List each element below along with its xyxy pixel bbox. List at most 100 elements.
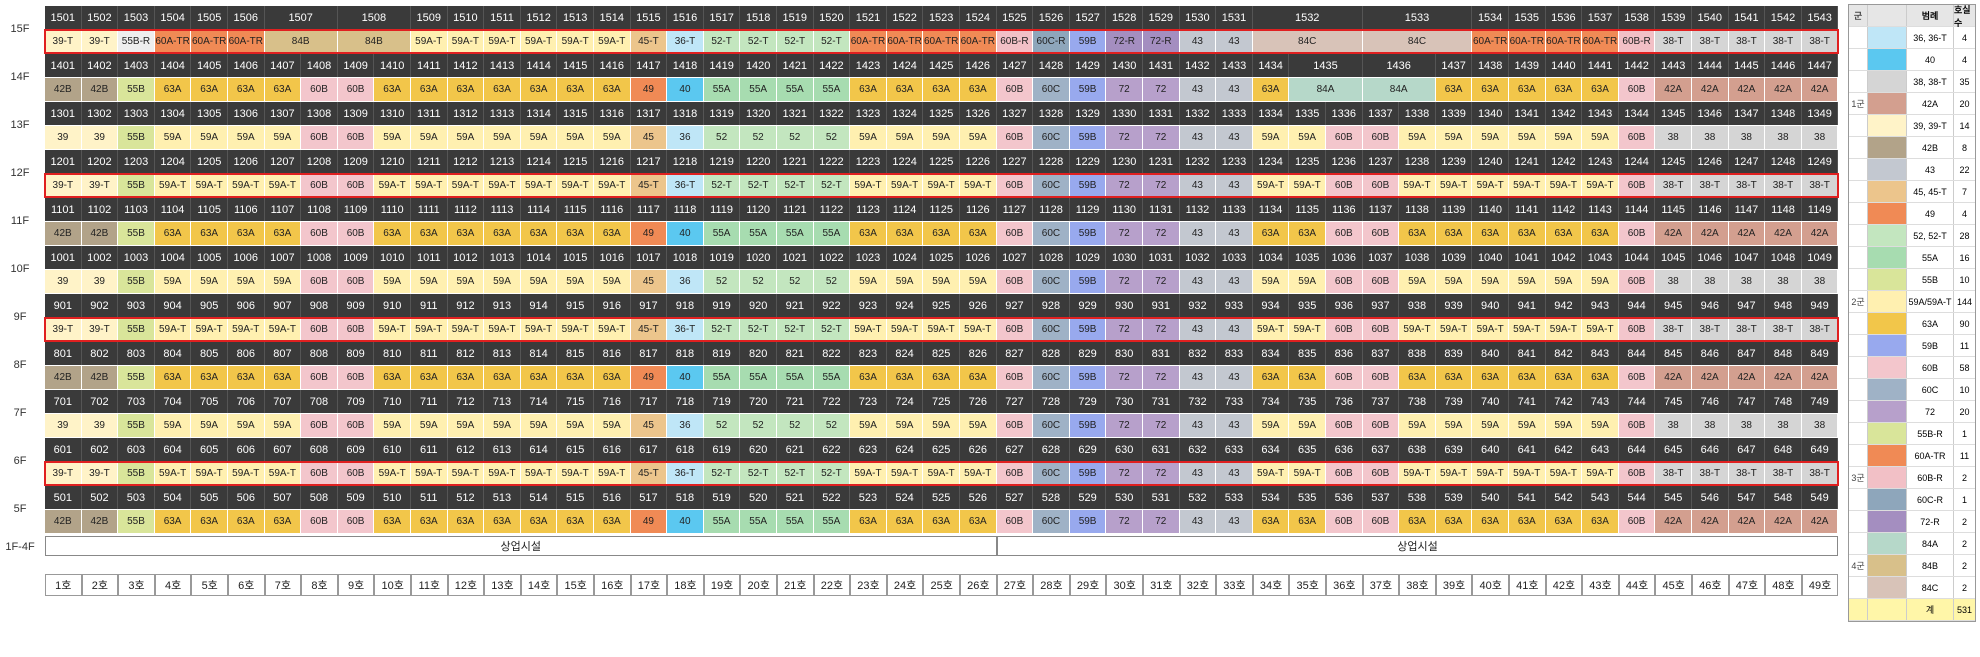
unit-number-cell: 1241 — [1509, 150, 1546, 173]
unit-type-cell: 63A — [1509, 510, 1546, 533]
unit-type-cell: 55A — [777, 222, 814, 245]
legend-group — [1849, 313, 1868, 334]
unit-type-cell: 84A — [1289, 78, 1363, 101]
unit-number-cell: 1324 — [886, 102, 924, 125]
legend-name: 55B — [1907, 269, 1954, 290]
unit-number-cell: 1536 — [1545, 6, 1583, 29]
unit-number-cell: 504 — [154, 486, 192, 509]
legend-row: 2군 59A/59A-T 144 — [1849, 291, 1975, 313]
unit-type-cell: 38-T — [1801, 174, 1839, 197]
unit-type-cell: 42A — [1765, 366, 1802, 389]
unit-type-cell: 38-T — [1765, 462, 1802, 485]
unit-type-cell: 59A-T — [1582, 174, 1619, 197]
legend-count: 2 — [1961, 516, 1967, 527]
legend-group — [1849, 423, 1868, 444]
unit-type-cell: 59A-T — [594, 30, 631, 53]
unit-number-cell: 1131 — [1143, 198, 1180, 221]
unit-number-cell: 1205 — [191, 150, 228, 173]
unit-number-cell: 1110 — [374, 198, 411, 221]
unit-number-cell: 1216 — [594, 150, 631, 173]
unit-number-cell: 539 — [1435, 486, 1473, 509]
unit-number-cell: 525 — [923, 486, 960, 509]
unit-number-cell: 1525 — [996, 6, 1034, 29]
unit-number-cell: 1312 — [447, 102, 485, 125]
unit-type-cell: 59A-T — [1399, 174, 1436, 197]
unit-type-cell: 59A-T — [1582, 462, 1619, 485]
unit-type-cell: 84A — [1362, 78, 1436, 101]
unit-type-cell: 42A — [1692, 78, 1729, 101]
unit-number-cell: 1014 — [520, 246, 558, 269]
unit-number-cell: 1119 — [703, 198, 741, 221]
column-label: 11호 — [411, 574, 448, 596]
unit-type-cell: 63A — [374, 222, 411, 245]
unit-number-cell: 1430 — [1106, 54, 1143, 77]
unit-type-cell: 42A — [1655, 222, 1692, 245]
unit-number-cell: 1229 — [1069, 150, 1107, 173]
unit-type-cell: 45-T — [630, 462, 668, 485]
unit-type-cell: 63A — [191, 366, 228, 389]
unit-number-cell: 1103 — [118, 198, 155, 221]
column-label: 13호 — [484, 574, 521, 596]
unit-number-cell: 1332 — [1179, 102, 1217, 125]
unit-number-cell: 636 — [1326, 438, 1363, 461]
unit-type-cell: 40 — [667, 366, 704, 389]
unit-type-cell: 59A — [886, 126, 924, 149]
unit-type-cell: 59A-T — [960, 174, 997, 197]
unit-number-cell: 938 — [1399, 294, 1436, 317]
unit-type-cell: 63A — [960, 222, 997, 245]
unit-number-cell: 926 — [960, 294, 997, 317]
unit-number-cell: 1117 — [630, 198, 668, 221]
unit-type-cell: 59A-T — [447, 30, 485, 53]
unit-type-cell: 60B — [996, 318, 1034, 341]
unit-type-cell: 63A — [1399, 222, 1436, 245]
unit-type-cell: 52-T — [740, 318, 777, 341]
unit-type-cell: 72 — [1143, 174, 1180, 197]
unit-number-cell: 947 — [1728, 294, 1766, 317]
column-label: 41호 — [1509, 574, 1546, 596]
unit-number-cell: 1202 — [81, 150, 119, 173]
unit-number-cell: 613 — [484, 438, 521, 461]
unit-type-cell: 72 — [1143, 78, 1180, 101]
unit-number-cell: 549 — [1801, 486, 1839, 509]
unit-type-cell: 59A-T — [484, 462, 521, 485]
unit-number-cell: 612 — [447, 438, 485, 461]
unit-type-cell: 63A — [520, 222, 558, 245]
unit-type-cell: 63A — [264, 78, 302, 101]
unit-type-cell: 63A — [960, 78, 997, 101]
unit-number-cell: 915 — [557, 294, 594, 317]
unit-number-cell: 1026 — [960, 246, 997, 269]
unit-type-cell: 59A — [1472, 414, 1509, 437]
unit-number-cell: 1305 — [191, 102, 228, 125]
unit-number-cell: 1042 — [1545, 246, 1583, 269]
unit-number-cell: 818 — [667, 342, 704, 365]
unit-type-cell: 43 — [1179, 78, 1217, 101]
unit-type-cell: 60A-TR — [191, 30, 228, 53]
unit-number-cell: 628 — [1033, 438, 1070, 461]
unit-number-cell: 1320 — [740, 102, 777, 125]
unit-type-cell: 38-T — [1728, 462, 1766, 485]
unit-number-cell: 1306 — [228, 102, 265, 125]
unit-number-cell: 518 — [667, 486, 704, 509]
unit-type-cell: 59A-T — [960, 462, 997, 485]
unit-type-cell: 59B — [1069, 270, 1107, 293]
unit-type-cell: 59A-T — [557, 462, 594, 485]
unit-type-cell: 42B — [81, 366, 119, 389]
legend-row: 72-R 2 — [1849, 511, 1975, 533]
legend-count: 16 — [1959, 252, 1970, 263]
unit-number-cell: 509 — [337, 486, 375, 509]
unit-type-cell: 38 — [1801, 270, 1839, 293]
column-label: 38호 — [1399, 574, 1436, 596]
column-label: 1호 — [45, 574, 82, 596]
legend-row: 4군 84B 2 — [1849, 555, 1975, 577]
unit-type-cell: 59A — [374, 126, 411, 149]
unit-number-cell: 649 — [1801, 438, 1839, 461]
unit-type-cell: 55A — [740, 510, 777, 533]
unit-number-cell: 1336 — [1326, 102, 1363, 125]
unit-number-cell: 1528 — [1106, 6, 1143, 29]
unit-type-cell: 63A — [1252, 366, 1290, 389]
unit-type-cell: 36-T — [667, 30, 704, 53]
unit-number-cell: 631 — [1143, 438, 1180, 461]
unit-type-cell: 59A — [1582, 414, 1619, 437]
unit-number-cell: 1325 — [923, 102, 960, 125]
unit-type-cell: 59A-T — [411, 30, 448, 53]
